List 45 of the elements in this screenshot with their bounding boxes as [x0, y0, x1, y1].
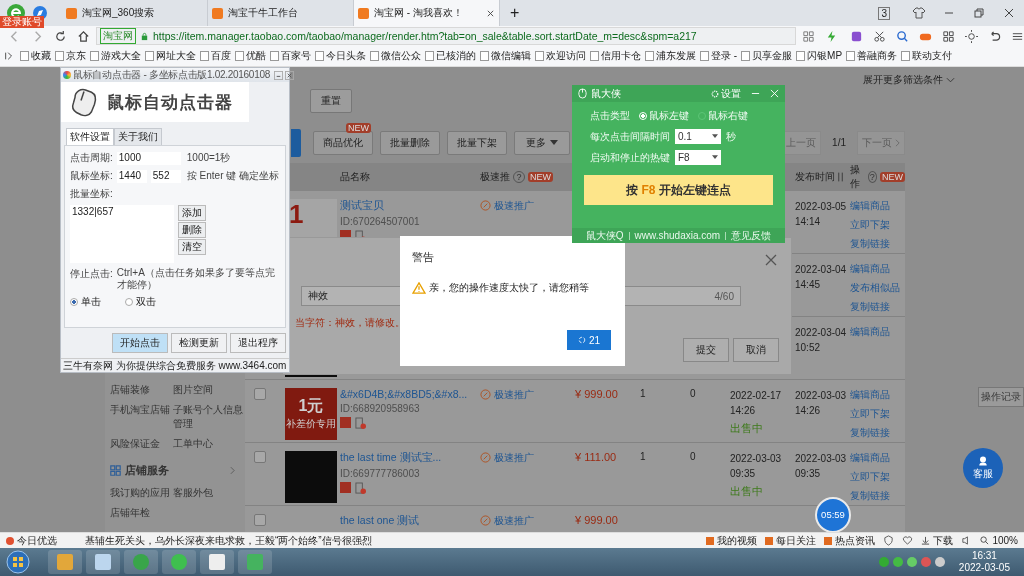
hint-text: 按 Enter 键 确定坐标 [186, 169, 280, 183]
product-id: ID:670264507001 [340, 215, 421, 227]
sales-count: 0 [690, 387, 696, 399]
sales-count: 0 [690, 450, 696, 462]
field-label: 点击周期: [70, 151, 113, 165]
field-label: 启动和停止的热键 [590, 150, 670, 165]
created-time: 2022-03-03 09:35 [730, 451, 783, 481]
published-time: 2022-03-04 10:52 [795, 325, 848, 355]
dialog-title: 警告 [412, 250, 434, 265]
error-message: 当字符：神效，请修改。 [295, 316, 405, 330]
column-header: 品名称 [340, 169, 371, 184]
new-badge: NEW [880, 171, 905, 182]
hint-text: Ctrl+A（点击任务如果多了要等点完才能停） [116, 267, 276, 291]
new-badge: NEW [528, 171, 553, 182]
field-label: 鼠标坐标: [70, 169, 113, 183]
field-label: 点击类型 [590, 108, 630, 123]
unit-label: 秒 [726, 129, 736, 144]
warning-message: 亲，您的操作速度太快了，请您稍等 [429, 281, 589, 295]
published-time: 2022-03-05 14:14 [795, 199, 848, 229]
price: ¥ 111.00 [575, 450, 617, 463]
product-id: ID:668920958963 [340, 402, 421, 414]
status-label: 出售中 [730, 483, 764, 499]
status-text: 三牛有奈网 为你提供综合免费服务 www.3464.com [61, 358, 289, 372]
new-badge: NEW [346, 122, 371, 133]
price: ¥ 999.00 [575, 387, 618, 400]
hint-text: 1000=1秒 [186, 151, 231, 165]
window-title: 鼠大侠 [591, 86, 621, 101]
field-label: 批量坐标: [70, 187, 114, 201]
stock-count: 1 [640, 387, 646, 399]
product-thumbnail: 1元 补差价专用 [285, 387, 337, 440]
column-header: 操作 [850, 162, 861, 191]
created-time: 2022-02-17 14:26 [730, 388, 783, 418]
published-time: 2022-03-03 14:26 [795, 388, 848, 418]
published-time: 2022-03-03 09:35 [795, 451, 848, 481]
published-time: 2022-03-04 14:45 [795, 262, 848, 292]
page-number: 1/1 [832, 137, 846, 149]
field-label: 每次点击间隔时间 [590, 129, 670, 144]
stock-count: 1 [640, 450, 646, 462]
app-logo-text: 鼠标自动点击器 [107, 91, 233, 114]
status-label: 出售中 [730, 420, 764, 436]
column-header: 极速推 [480, 169, 510, 184]
window-title: 鼠标自动点击器 - 多坐标点击版1.02.20160108 [73, 68, 270, 82]
product-id: ID:669777786003 [340, 467, 421, 479]
price: ¥ 999.00 [575, 513, 618, 526]
field-label: 停止点击: [70, 267, 113, 281]
